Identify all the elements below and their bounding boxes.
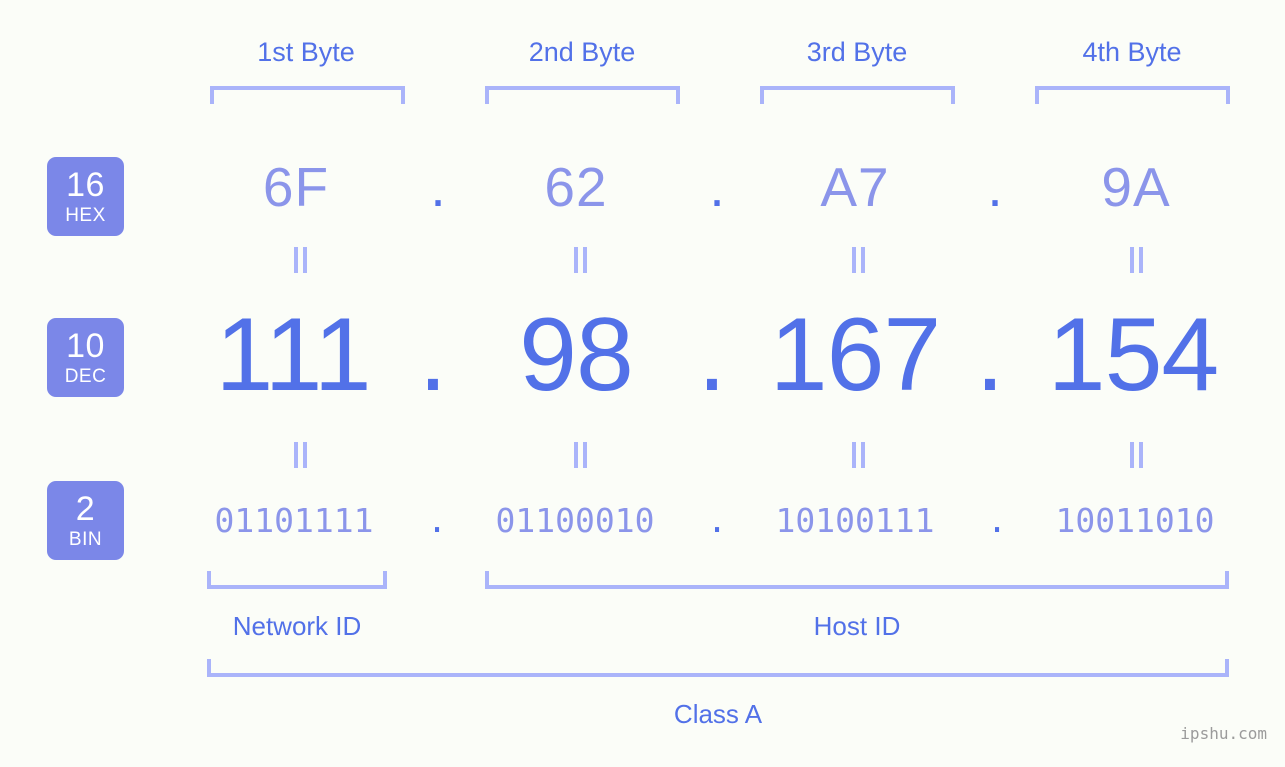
byte-bracket-2 xyxy=(485,86,680,104)
dec-octet-3: 167 xyxy=(769,297,942,413)
class-label: Class A xyxy=(673,699,763,729)
byte-bracket-4 xyxy=(1035,86,1230,104)
equals-icon-hex-dec-2 xyxy=(568,247,592,273)
equals-icon-hex-dec-4 xyxy=(1124,247,1148,273)
equals-icon-dec-bin-4 xyxy=(1124,442,1148,468)
hex-octet-2: 62 xyxy=(544,156,608,218)
equals-icon-hex-dec-3 xyxy=(846,247,870,273)
base-badge-bin-number: 2 xyxy=(75,490,96,528)
host-id-label: Host ID xyxy=(813,611,901,641)
dec-octet-4: 154 xyxy=(1047,297,1220,413)
hex-separator-2: . xyxy=(709,156,725,218)
bin-octet-2: 01100010 xyxy=(495,501,655,540)
dec-separator-3: . xyxy=(975,297,1005,413)
equals-icon-hex-dec-1 xyxy=(288,247,312,273)
equals-icon-dec-bin-2 xyxy=(568,442,592,468)
dec-octet-1: 111 xyxy=(215,297,371,413)
base-badge-dec: 10 DEC xyxy=(47,318,124,397)
byte-bracket-1 xyxy=(210,86,405,104)
dec-octet-2: 98 xyxy=(519,297,634,413)
bin-octet-4: 10011010 xyxy=(1055,501,1215,540)
bin-octet-3: 10100111 xyxy=(775,501,935,540)
byte-header-2: 2nd Byte xyxy=(528,37,636,67)
bin-separator-1: . xyxy=(427,501,447,540)
bin-separator-3: . xyxy=(987,501,1007,540)
network-id-bracket xyxy=(207,571,387,589)
network-id-label: Network ID xyxy=(232,611,362,641)
base-badge-hex: 16 HEX xyxy=(47,157,124,236)
hex-separator-3: . xyxy=(987,156,1003,218)
base-badge-bin: 2 BIN xyxy=(47,481,124,560)
base-badge-dec-number: 10 xyxy=(66,327,105,365)
base-badge-hex-number: 16 xyxy=(66,166,105,204)
bin-separator-2: . xyxy=(707,501,727,540)
watermark: ipshu.com xyxy=(1180,724,1267,743)
hex-octet-1: 6F xyxy=(262,156,330,218)
hex-separator-1: . xyxy=(430,156,446,218)
byte-header-4: 4th Byte xyxy=(1082,37,1182,67)
byte-header-1: 1st Byte xyxy=(257,37,355,67)
base-badge-hex-name: HEX xyxy=(65,205,106,226)
bin-octet-1: 01101111 xyxy=(214,501,374,540)
host-id-bracket xyxy=(485,571,1229,589)
byte-header-3: 3rd Byte xyxy=(806,37,908,67)
hex-octet-3: A7 xyxy=(820,156,890,218)
hex-octet-4: 9A xyxy=(1101,156,1171,218)
equals-icon-dec-bin-1 xyxy=(288,442,312,468)
base-badge-bin-name: BIN xyxy=(68,529,103,550)
dec-separator-1: . xyxy=(418,297,448,413)
base-badge-dec-name: DEC xyxy=(64,366,107,387)
ip-address-breakdown-diagram: 1st Byte 2nd Byte 3rd Byte 4th Byte 16 H… xyxy=(0,0,1285,767)
byte-bracket-3 xyxy=(760,86,955,104)
dec-separator-2: . xyxy=(697,297,727,413)
class-bracket xyxy=(207,659,1229,677)
equals-icon-dec-bin-3 xyxy=(846,442,870,468)
